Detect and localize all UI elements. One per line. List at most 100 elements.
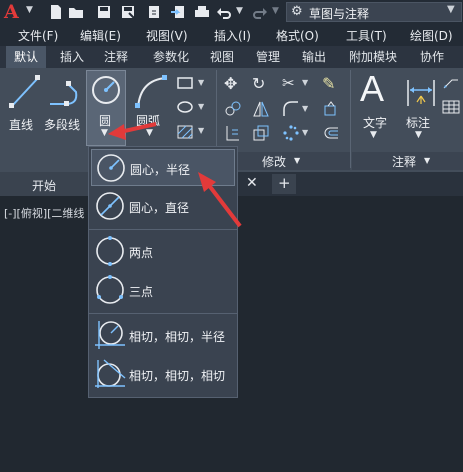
tab-parametric[interactable]: 参数化 [144, 46, 198, 68]
undo-dropdown-icon[interactable]: ▼ [236, 6, 243, 16]
close-tab-icon[interactable]: ✕ [246, 175, 258, 191]
rectangle-icon[interactable] [176, 76, 194, 90]
stretch-icon[interactable] [224, 124, 242, 142]
circle-tan-tan-tan-icon [95, 359, 126, 388]
erase-icon[interactable]: ✎ [322, 74, 335, 93]
tab-annotate[interactable]: 注释 [96, 46, 136, 68]
app-logo[interactable]: A [4, 1, 24, 23]
modify-panel-title[interactable]: 修改 [262, 153, 286, 170]
circle-tan-tan-tan-item[interactable]: 相切，相切，相切 [91, 356, 235, 393]
tab-insert[interactable]: 插入 [52, 46, 92, 68]
annotation-panel-title[interactable]: 注释 [392, 153, 416, 170]
menu-separator [89, 229, 237, 230]
fillet-dropdown-icon[interactable]: ▼ [302, 104, 308, 113]
circle-tan-tan-tan-label: 相切，相切，相切 [129, 369, 226, 383]
circle-three-point-icon [96, 275, 124, 304]
tab-output[interactable]: 输出 [294, 46, 334, 68]
open-folder-icon[interactable] [68, 4, 84, 20]
circle-center-radius-label: 圆心，半径 [130, 163, 191, 177]
ellipse-dropdown-icon[interactable]: ▼ [198, 102, 204, 111]
array-dropdown-icon[interactable]: ▼ [302, 128, 308, 137]
circle-tan-tan-radius-item[interactable]: 相切，相切，半径 [91, 317, 235, 354]
tab-collaborate[interactable]: 协作 [412, 46, 452, 68]
tab-start-label: 开始 [32, 179, 57, 193]
array-icon[interactable] [282, 124, 300, 142]
tab-start[interactable]: 开始 [0, 172, 88, 196]
menu-view[interactable]: 视图(V) [146, 27, 188, 44]
circle-icon[interactable] [90, 74, 122, 106]
line-icon[interactable] [8, 74, 42, 110]
trim-dropdown-icon[interactable]: ▼ [302, 78, 308, 87]
circle-tan-tan-radius-icon [95, 321, 125, 349]
circle-dropdown-menu: 圆心，半径 圆心，直径 两点 三点 相切，相切，半径 相切，相切，相切 [88, 146, 238, 398]
tab-manage[interactable]: 管理 [248, 46, 288, 68]
scale-icon[interactable] [252, 124, 270, 142]
menu-draw[interactable]: 绘图(D) [410, 27, 453, 44]
polyline-label[interactable]: 多段线 [44, 116, 80, 133]
annotation-panel-expand-icon[interactable]: ▼ [424, 156, 430, 165]
circle-label[interactable]: 圆 [99, 112, 111, 129]
polyline-icon[interactable] [48, 78, 82, 108]
ellipse-icon[interactable] [176, 100, 194, 114]
tab-addins[interactable]: 附加模块 [340, 46, 406, 68]
circle-two-point-item[interactable]: 两点 [91, 233, 235, 270]
menu-format[interactable]: 格式(O) [276, 27, 319, 44]
hatch-dropdown-icon[interactable]: ▼ [198, 126, 204, 135]
save-icon[interactable] [96, 4, 112, 20]
text-dropdown-arrow-icon[interactable]: ▼ [370, 130, 377, 140]
dimension-label[interactable]: 标注 [406, 114, 430, 131]
menu-file[interactable]: 文件(F) [18, 27, 58, 44]
rotate-icon[interactable]: ↻ [252, 74, 265, 93]
print-icon[interactable] [194, 4, 210, 20]
circle-three-point-label: 三点 [129, 285, 154, 299]
viewport-controls-label[interactable]: [-][俯视][二维线 [4, 205, 84, 221]
multileader-icon[interactable] [442, 76, 460, 92]
dimension-dropdown-arrow-icon[interactable]: ▼ [415, 130, 422, 140]
line-label[interactable]: 直线 [9, 116, 33, 133]
hatch-icon[interactable] [176, 124, 194, 140]
circle-center-diameter-item[interactable]: 圆心，直径 [91, 188, 235, 225]
circle-center-radius-icon [97, 154, 125, 182]
menu-separator [89, 313, 237, 314]
quick-access-toolbar: A ▼ ▼ ▼ ⚙ 草图与注释 ▼ [0, 0, 463, 24]
arc-icon[interactable] [134, 74, 168, 110]
trim-icon[interactable]: ✂ [282, 74, 295, 92]
text-label[interactable]: 文字 [363, 114, 387, 131]
arc-dropdown-arrow-icon[interactable]: ▼ [146, 128, 153, 138]
chevron-down-icon: ▼ [447, 4, 455, 15]
gear-icon: ⚙ [291, 4, 303, 19]
redo-icon[interactable] [252, 4, 268, 20]
undo-icon[interactable] [216, 4, 232, 20]
fillet-icon[interactable] [282, 100, 300, 118]
tab-view[interactable]: 视图 [204, 46, 240, 68]
menu-insert[interactable]: 插入(I) [214, 27, 251, 44]
explode-icon[interactable] [322, 100, 340, 118]
arc-label[interactable]: 圆弧 [136, 112, 160, 129]
mirror-icon[interactable] [252, 100, 270, 118]
copy-icon[interactable] [224, 100, 242, 118]
workspace-selector[interactable]: ⚙ 草图与注释 ▼ [286, 2, 462, 22]
modify-panel-expand-icon[interactable]: ▼ [294, 156, 300, 165]
menu-bar: 文件(F) 编辑(E) 视图(V) 插入(I) 格式(O) 工具(T) 绘图(D… [0, 24, 463, 46]
dimension-icon[interactable] [404, 76, 438, 110]
redo-dropdown-icon[interactable]: ▼ [272, 6, 279, 16]
menu-tools[interactable]: 工具(T) [346, 27, 387, 44]
circle-dropdown-arrow-icon[interactable]: ▼ [101, 128, 108, 138]
import-icon[interactable] [170, 4, 186, 20]
publish-icon[interactable] [146, 4, 162, 20]
move-icon[interactable]: ✥ [224, 74, 237, 93]
text-icon[interactable]: A [360, 70, 384, 108]
new-file-icon[interactable] [48, 4, 64, 20]
tab-default[interactable]: 默认 [6, 46, 46, 68]
circle-center-radius-item[interactable]: 圆心，半径 [91, 149, 235, 186]
circle-tan-tan-radius-label: 相切，相切，半径 [129, 330, 226, 344]
menu-edit[interactable]: 编辑(E) [80, 27, 121, 44]
circle-three-point-item[interactable]: 三点 [91, 272, 235, 309]
app-menu-arrow-icon[interactable]: ▼ [26, 5, 33, 15]
offset-icon[interactable] [322, 124, 340, 142]
save-as-icon[interactable] [120, 4, 136, 20]
new-tab-button[interactable]: + [272, 174, 296, 194]
rectangle-dropdown-icon[interactable]: ▼ [198, 78, 204, 87]
table-icon[interactable] [442, 100, 460, 114]
panel-separator [350, 70, 351, 168]
